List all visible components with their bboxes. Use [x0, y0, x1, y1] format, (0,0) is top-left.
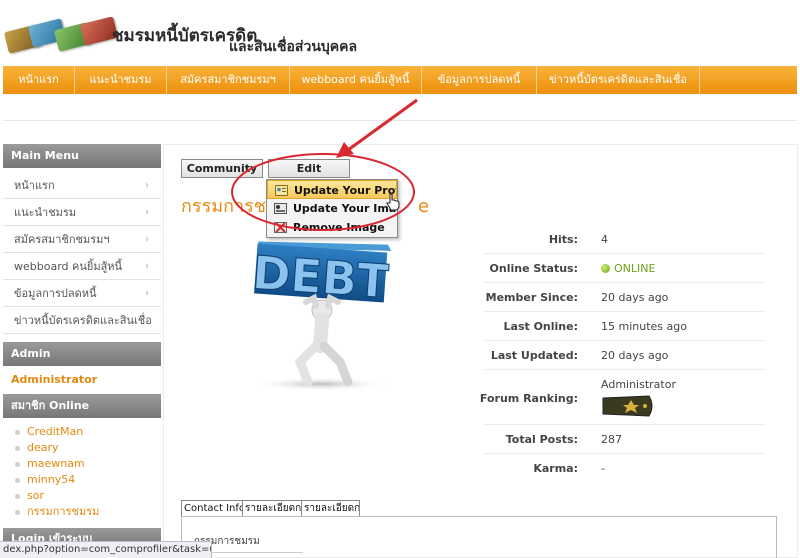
profile-fields-table: Hits: 4 Online Status: ONLINE Member Sin…	[480, 225, 766, 483]
divider	[3, 120, 797, 121]
list-item[interactable]: CreditMan	[15, 424, 161, 440]
sidebar-item-about[interactable]: แนะนำชมรม ›	[3, 199, 161, 226]
community-button[interactable]: Community	[181, 159, 263, 178]
table-row: Member Since: 20 days ago	[484, 283, 766, 312]
online-status-text: ONLINE	[614, 262, 656, 275]
sidebar-item-debt-info[interactable]: ข้อมูลการปลดหนี้ ›	[3, 280, 161, 307]
remove-image-menu-item[interactable]: Remove Image	[267, 218, 397, 237]
tab-details-1[interactable]: รายละเอียดการ	[242, 500, 302, 517]
site-header: ชมรมหนี้บัตรเครดิต และสินเชื่อส่วนบุคคล	[0, 0, 800, 66]
online-members-list: CreditMan deary maewnam minny54 sor กรรม…	[3, 418, 161, 528]
sidebar-item-news[interactable]: ข่าวหนี้บัตรเครดิตและสินเชื่อ ›	[3, 307, 161, 334]
update-image-menu-item[interactable]: Update Your Image	[267, 199, 397, 218]
chevron-right-icon: ›	[145, 207, 149, 218]
sidebar-item-label: แนะนำชมรม	[14, 206, 77, 219]
online-members-title: สมาชิก Online	[3, 394, 161, 418]
debt-text: DEBT	[251, 245, 391, 308]
bullet-icon	[15, 493, 20, 499]
list-item[interactable]: กรรมการชมรม	[15, 504, 161, 520]
chevron-right-icon: ›	[145, 315, 149, 326]
online-status-icon	[601, 264, 610, 273]
list-item[interactable]: sor	[15, 488, 161, 504]
main-nav: หน้าแรก แนะนำชมรม สมัครสมาชิกชมรมฯ webbo…	[3, 66, 797, 94]
bullet-icon	[15, 461, 20, 467]
sidebar-item-register[interactable]: สมัครสมาชิกชมรมฯ ›	[3, 226, 161, 253]
sidebar-item-label: ข่าวหนี้บัตรเครดิตและสินเชื่อ	[14, 314, 152, 327]
sidebar-item-home[interactable]: หน้าแรก ›	[3, 172, 161, 199]
sidebar-item-label: ข้อมูลการปลดหนี้	[14, 287, 97, 300]
table-row: Last Updated: 20 days ago	[484, 341, 766, 370]
list-item[interactable]: maewnam	[15, 456, 161, 472]
edit-dropdown-menu: Update Your Profile Update Your Image Re…	[266, 179, 398, 238]
avatar: DEBT	[250, 241, 392, 391]
tab-details-2[interactable]: รายละเอียดการ	[301, 500, 360, 517]
sidebar-item-label: หน้าแรก	[14, 179, 55, 192]
nav-item-debt-info[interactable]: ข้อมูลการปลดหนี้	[422, 66, 537, 94]
nav-item-news[interactable]: ข่าวหนี้บัตรเครดิตและสินเชื่อ	[537, 66, 700, 94]
admin-link[interactable]: Administrator	[3, 366, 161, 394]
bullet-icon	[15, 429, 20, 435]
browser-status-bar: dex.php?option=com_comprofiler&task=user…	[0, 541, 212, 558]
sidebar-item-label: webboard คนยิ้มสู้หนี้	[14, 260, 123, 273]
table-row: Total Posts: 287	[484, 425, 766, 454]
table-row: Hits: 4	[484, 225, 766, 254]
profile-card-icon	[275, 185, 288, 196]
tab-contact-info[interactable]: Contact Info	[181, 500, 243, 517]
nav-item-register[interactable]: สมัครสมาชิกชมรมฯ	[167, 66, 290, 94]
sidebar: Main Menu หน้าแรก › แนะนำชมรม › สมัครสมาชิ…	[3, 144, 161, 548]
bullet-icon	[15, 445, 20, 451]
site-logo[interactable]	[3, 16, 122, 56]
bullet-icon	[15, 509, 20, 515]
nav-item-webboard[interactable]: webboard คนยิ้มสู้หนี้	[290, 66, 422, 94]
list-item[interactable]: minny54	[15, 472, 161, 488]
site-title-line2: และสินเชื่อส่วนบุคคล	[229, 39, 358, 55]
table-row: Karma: -	[533, 462, 605, 475]
bullet-icon	[15, 477, 20, 483]
edit-button[interactable]: Edit	[268, 159, 350, 178]
list-item[interactable]: deary	[15, 440, 161, 456]
remove-icon	[274, 222, 287, 233]
table-row: Forum Ranking: Administrator	[480, 370, 766, 425]
image-icon	[274, 203, 287, 214]
chevron-right-icon: ›	[145, 261, 149, 272]
chevron-right-icon: ›	[145, 234, 149, 245]
chevron-right-icon: ›	[145, 180, 149, 191]
table-row: Online Status: ONLINE	[484, 254, 766, 283]
admin-title: Admin	[3, 342, 161, 366]
table-row: Last Online: 15 minutes ago	[484, 312, 766, 341]
annotation-arrow	[347, 98, 418, 152]
chevron-right-icon: ›	[145, 288, 149, 299]
nav-item-about[interactable]: แนะนำชมรม	[75, 66, 167, 94]
rank-badge-icon	[602, 395, 653, 417]
main-menu-title: Main Menu	[3, 144, 161, 168]
sidebar-item-label: สมัครสมาชิกชมรมฯ	[14, 233, 110, 246]
forum-rank-title: Administrator	[601, 378, 676, 391]
update-profile-menu-item[interactable]: Update Your Profile	[267, 180, 397, 199]
sidebar-item-webboard[interactable]: webboard คนยิ้มสู้หนี้ ›	[3, 253, 161, 280]
nav-item-home[interactable]: หน้าแรก	[3, 66, 75, 94]
